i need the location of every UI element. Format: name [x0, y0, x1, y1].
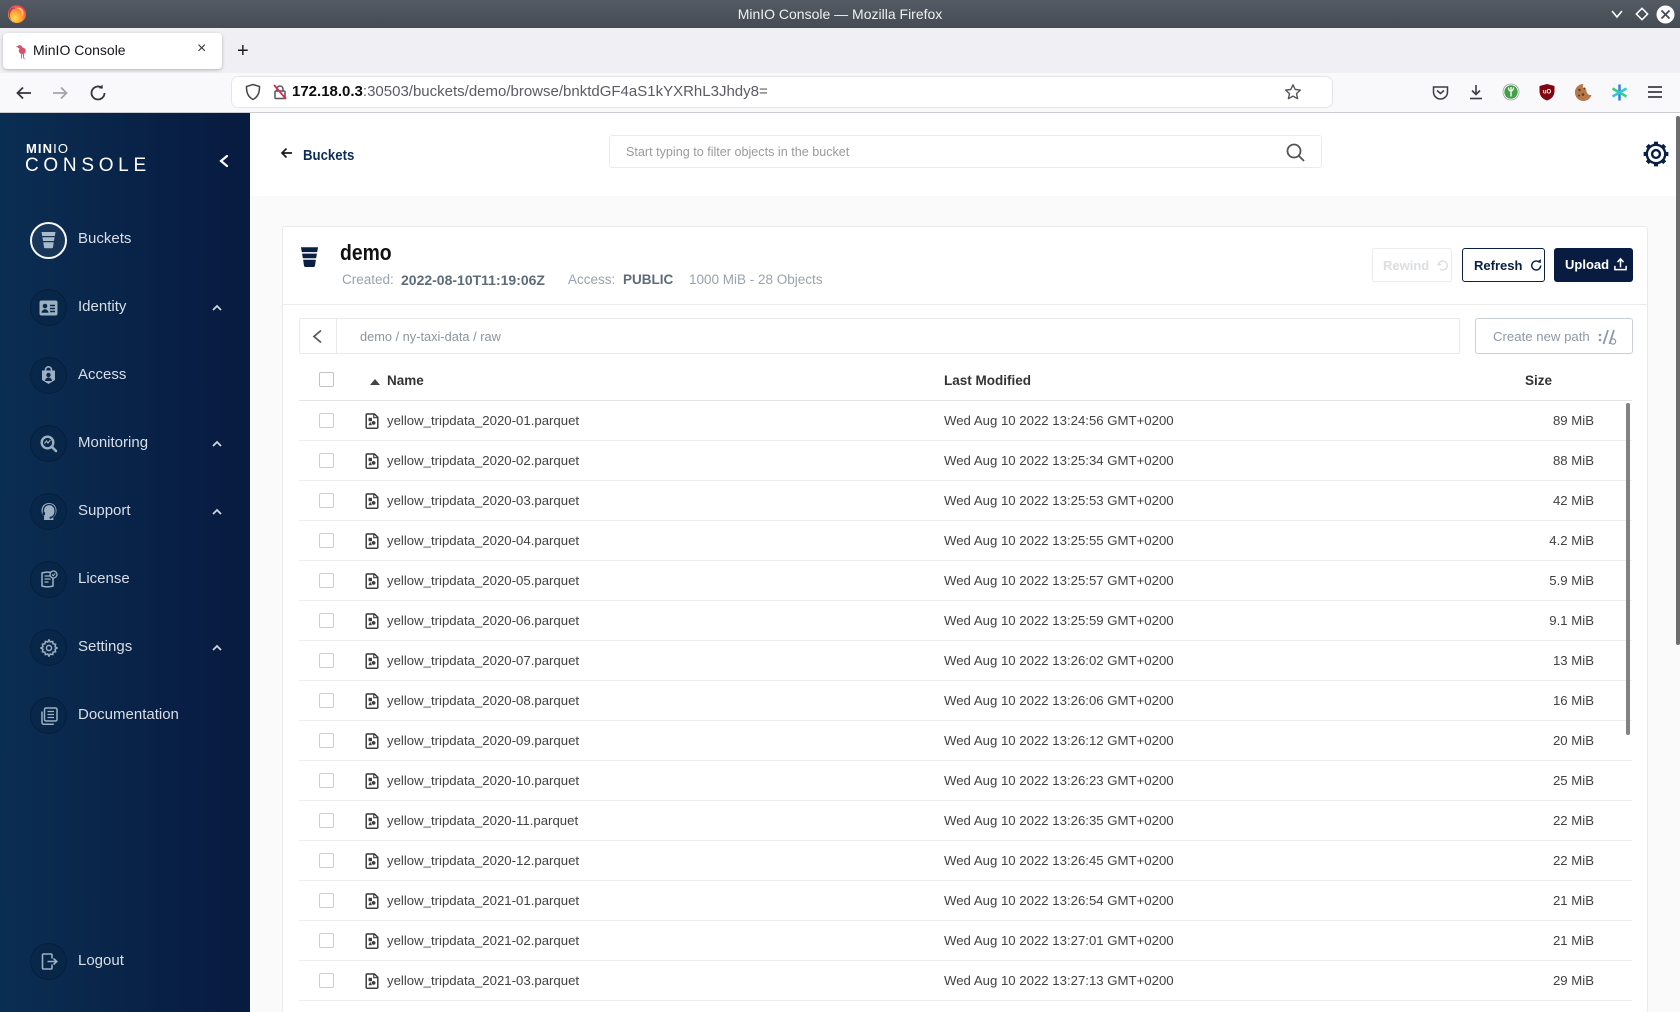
svg-text:uO: uO	[1543, 90, 1552, 96]
